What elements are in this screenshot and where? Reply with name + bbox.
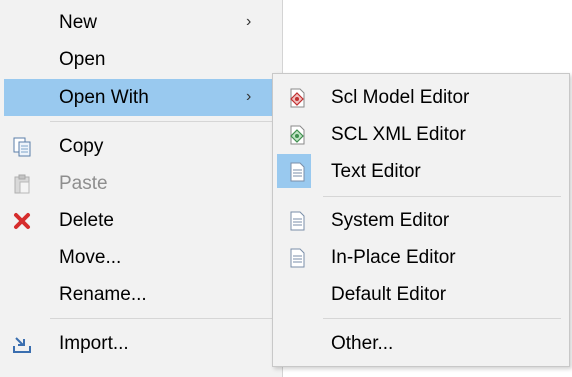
text-file-icon (287, 162, 307, 182)
context-menu: New › Open Open With › Copy Paste Delete… (0, 0, 283, 377)
menu-item-open[interactable]: Open (0, 41, 282, 78)
menu-item-paste[interactable]: Paste (0, 165, 282, 202)
menu-item-label: Default Editor (331, 284, 447, 305)
menu-separator (50, 318, 272, 319)
submenu-item-other[interactable]: Other... (273, 325, 569, 362)
text-file-icon (287, 211, 307, 231)
scl-xml-editor-icon (287, 125, 307, 145)
menu-item-label: Rename... (59, 284, 147, 305)
menu-item-label: In-Place Editor (331, 247, 456, 268)
submenu-item-in-place-editor[interactable]: In-Place Editor (273, 239, 569, 276)
menu-item-label: Copy (59, 136, 104, 157)
menu-item-delete[interactable]: Delete (0, 202, 282, 239)
submenu-item-scl-model-editor[interactable]: Scl Model Editor (273, 79, 569, 116)
menu-item-label: Move... (59, 247, 122, 268)
menu-item-move[interactable]: Move... (0, 239, 282, 276)
delete-icon (12, 211, 32, 231)
menu-item-label: Import... (59, 333, 129, 354)
menu-item-label: Paste (59, 173, 108, 194)
menu-separator (323, 196, 561, 197)
menu-separator (50, 121, 272, 122)
menu-item-label: Scl Model Editor (331, 87, 470, 108)
menu-item-label: Open With (59, 87, 149, 108)
open-with-submenu: Scl Model Editor SCL XML Editor Text Edi… (272, 73, 570, 367)
text-file-icon (287, 248, 307, 268)
copy-icon (12, 137, 32, 157)
menu-item-rename[interactable]: Rename... (0, 276, 282, 313)
menu-item-label: SCL XML Editor (331, 124, 466, 145)
scl-model-editor-icon (287, 88, 307, 108)
menu-separator (323, 318, 561, 319)
submenu-arrow-icon: › (246, 13, 252, 30)
menu-item-new[interactable]: New › (0, 4, 282, 41)
menu-item-label: Open (59, 49, 106, 70)
submenu-item-scl-xml-editor[interactable]: SCL XML Editor (273, 116, 569, 153)
paste-icon (12, 174, 32, 194)
menu-item-label: Delete (59, 210, 114, 231)
submenu-item-system-editor[interactable]: System Editor (273, 202, 569, 239)
menu-item-label: System Editor (331, 210, 450, 231)
menu-item-open-with[interactable]: Open With › (4, 79, 272, 116)
menu-item-import[interactable]: Import... (0, 325, 282, 362)
menu-item-copy[interactable]: Copy (0, 128, 282, 165)
menu-item-label: New (59, 12, 98, 33)
submenu-arrow-icon: › (246, 88, 252, 105)
submenu-item-default-editor[interactable]: Default Editor (273, 276, 569, 313)
submenu-item-text-editor[interactable]: Text Editor (273, 153, 569, 190)
import-icon (12, 334, 32, 354)
menu-item-label: Text Editor (331, 161, 421, 182)
menu-item-label: Other... (331, 333, 394, 354)
